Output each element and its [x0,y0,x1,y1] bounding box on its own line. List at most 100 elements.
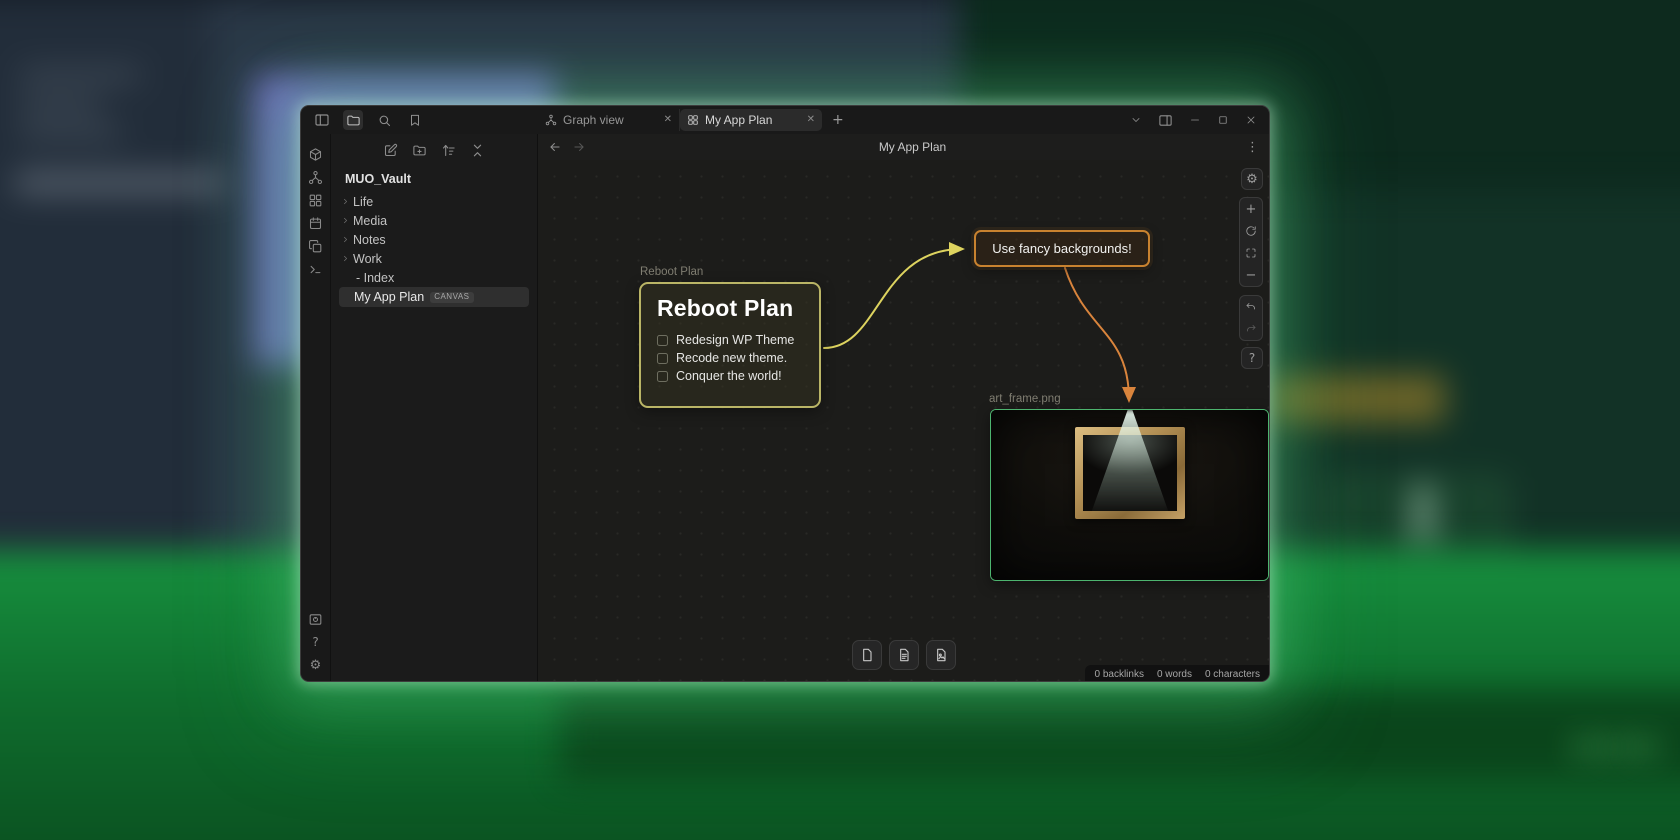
folder-label: Media [353,213,388,228]
bookmarks-tool-button[interactable] [405,110,425,130]
open-graph-button[interactable] [305,169,327,185]
tab-close-icon[interactable]: ✕ [664,115,672,125]
tab-close-icon[interactable]: ✕ [807,115,815,125]
gear-icon: ⚙ [1246,171,1258,187]
tab-list-dropdown-button[interactable] [1130,114,1142,126]
maximize-icon [1219,116,1227,124]
folder-label: Work [353,251,382,266]
collapse-all-button[interactable] [470,143,485,158]
canvas-settings-button[interactable]: ⚙ [1241,168,1263,190]
fancy-text: Use fancy backgrounds! [992,241,1132,256]
redo-button[interactable] [1240,318,1262,340]
zoom-in-button[interactable]: + [1240,198,1262,220]
explorer-file-index[interactable]: - Index [331,268,537,287]
sort-order-button[interactable] [441,143,456,158]
redo-icon [1247,325,1256,332]
canvas-surface[interactable]: Reboot Plan Reboot Plan Redesign WP Them… [538,160,1269,681]
zoom-out-button[interactable]: − [1240,264,1262,286]
insert-template-button[interactable] [305,238,327,254]
background-dark-band [560,690,1680,780]
checklist-label: Recode new theme. [676,351,788,365]
word-count: 0 words [1156,668,1192,680]
quick-switcher-button[interactable] [305,146,327,162]
bookmark-icon [411,114,419,126]
minus-icon: − [1245,267,1257,283]
daily-note-button[interactable] [305,215,327,231]
explorer-folder-work[interactable]: Work [331,249,537,268]
new-note-button[interactable] [383,143,398,158]
titlebar: Graph view ✕ My App Plan ✕ + [301,106,1269,134]
toggle-right-sidebar-button[interactable] [1158,113,1173,128]
checkbox[interactable] [657,352,668,364]
background-dot [1636,738,1654,756]
chevron-right-icon [344,255,347,262]
arrow-reboot-to-fancy [823,242,965,349]
file-text-icon [899,648,909,662]
folder-label: Notes [353,232,386,247]
canvas-add-palette [851,640,956,670]
add-card-button[interactable] [851,640,882,670]
canvas-node-art-frame[interactable] [990,409,1269,581]
command-palette-button[interactable] [305,261,327,277]
checkbox[interactable] [657,370,668,382]
navigate-forward-button[interactable] [572,140,586,154]
tab-graph-view[interactable]: Graph view ✕ [538,109,680,131]
panel-right-icon [1159,114,1172,126]
more-options-button[interactable]: ⋮ [1239,140,1259,155]
explorer-folder-life[interactable]: Life [331,192,537,211]
navigate-back-button[interactable] [548,140,562,154]
add-media-button[interactable] [925,640,956,670]
tab-label: Graph view [563,113,624,127]
undo-icon [1246,303,1255,310]
canvas-node-reboot-plan[interactable]: Reboot Plan Redesign WP Theme Recode new… [639,282,821,408]
checkbox[interactable] [657,334,668,346]
checklist-item: Redesign WP Theme [657,331,803,349]
vault-switcher-button[interactable] [305,611,327,627]
canvas-icon [688,115,698,125]
tab-my-app-plan[interactable]: My App Plan ✕ [680,109,822,131]
search-tool-button[interactable] [374,110,394,130]
settings-button[interactable]: ⚙ [305,657,327,673]
sort-icon [442,144,455,156]
panel-left-icon [315,114,329,126]
open-canvas-button[interactable] [305,192,327,208]
view-header: My App Plan ⋮ [538,134,1269,160]
chevron-right-icon [344,217,347,224]
vault-name[interactable]: MUO_Vault [331,166,537,192]
files-tool-button[interactable] [343,110,363,130]
checklist-label: Redesign WP Theme [676,333,795,347]
graph-fork-icon [308,170,323,184]
chevron-right-icon [344,198,347,205]
minimize-button[interactable] [1189,114,1201,126]
arrow-fancy-to-image [1064,267,1136,403]
close-button[interactable] [1245,114,1257,126]
canvas-zoom-controls: + − [1239,197,1263,287]
explorer-toolbar [331,134,537,166]
fit-view-icon [1246,248,1256,258]
background-dot [1576,738,1594,756]
new-folder-button[interactable] [412,143,427,158]
canvas-node-fancy-backgrounds[interactable]: Use fancy backgrounds! [974,230,1150,267]
help-icon: ? [1248,351,1256,365]
explorer-file-my-app-plan[interactable]: My App Plan CANVAS [339,287,529,307]
file-explorer: MUO_Vault Life Media Notes Work - Index [331,134,538,681]
toggle-left-sidebar-button[interactable] [312,110,332,130]
maximize-button[interactable] [1217,114,1229,126]
zoom-fit-button[interactable] [1240,242,1262,264]
box-icon [309,147,322,161]
explorer-folder-notes[interactable]: Notes [331,230,537,249]
tab-bar: Graph view ✕ My App Plan ✕ + [538,106,1118,134]
new-tab-button[interactable]: + [832,112,844,128]
titlebar-left-tools [301,110,538,130]
canvas-help-button[interactable]: ? [1241,347,1263,369]
help-button[interactable]: ? [305,634,327,650]
calendar-icon [309,216,322,229]
add-note-button[interactable] [888,640,919,670]
file-media-icon [936,648,946,662]
app-window: Graph view ✕ My App Plan ✕ + ? ⚙ MUO_Vau… [300,105,1270,682]
canvas-badge: CANVAS [430,291,474,303]
character-count: 0 characters [1204,668,1260,680]
undo-button[interactable] [1240,296,1262,318]
explorer-folder-media[interactable]: Media [331,211,537,230]
zoom-reset-button[interactable] [1240,220,1262,242]
